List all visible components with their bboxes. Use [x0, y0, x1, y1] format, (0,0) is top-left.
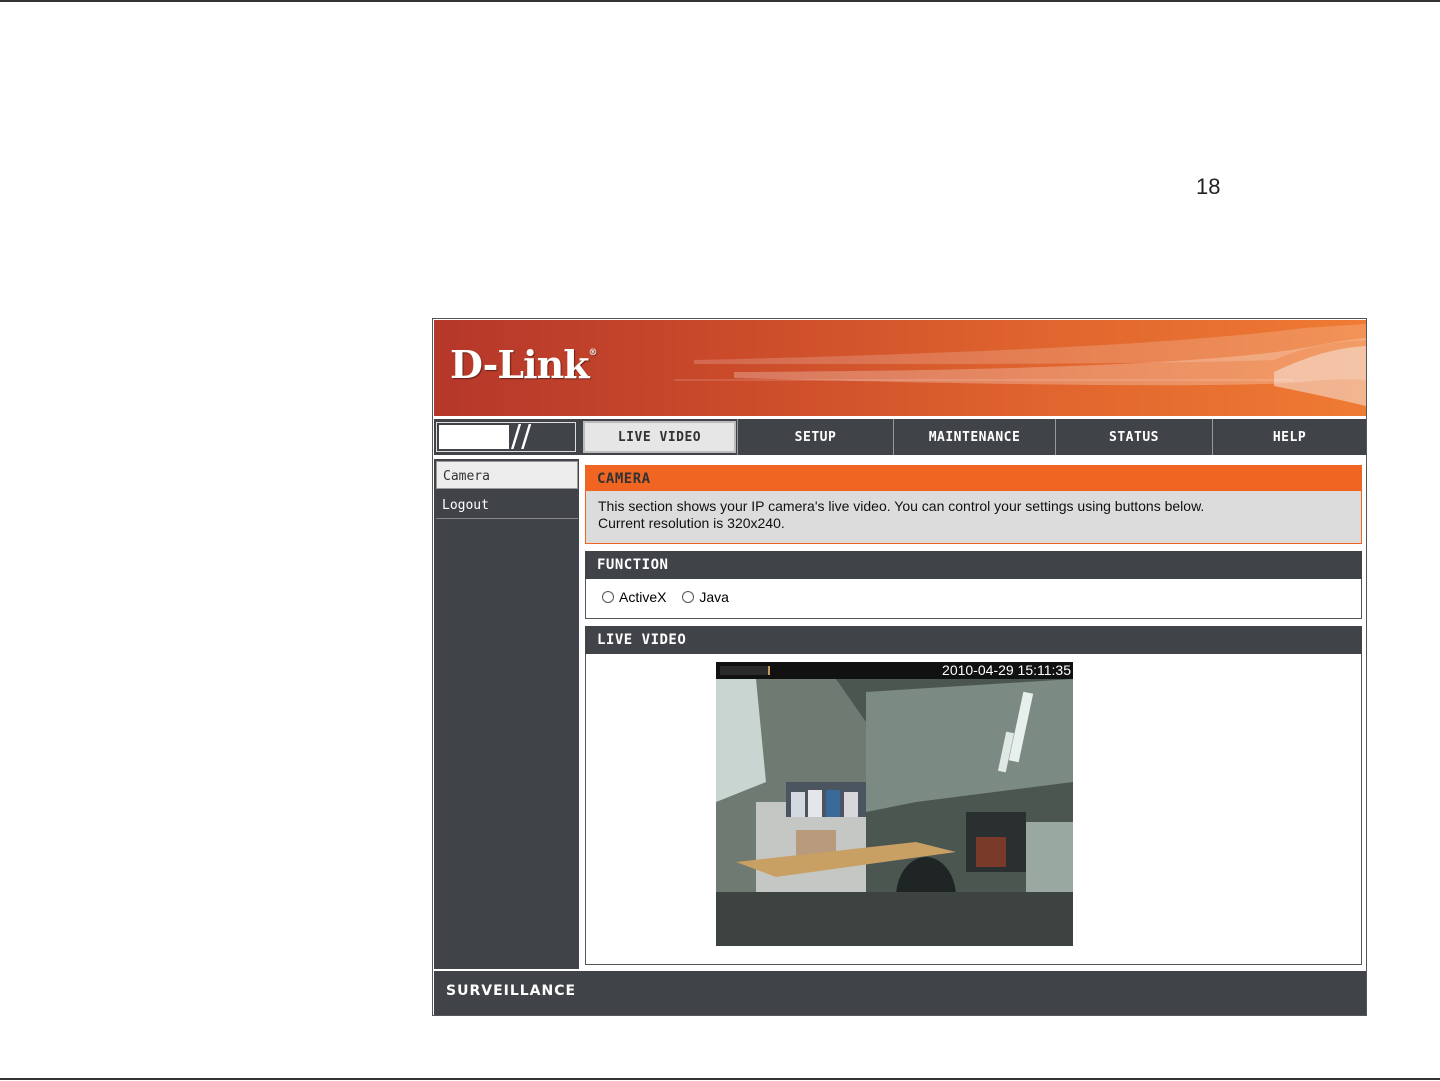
radio-activex[interactable]: ActiveX	[602, 589, 666, 605]
video-status-bar: 2010-04-29 15:11:35	[716, 662, 1073, 679]
model-badge-field	[439, 425, 509, 449]
tab-maintenance[interactable]: MAINTENANCE	[893, 419, 1055, 455]
tab-setup[interactable]: SETUP	[737, 419, 893, 455]
live-video-stream[interactable]: 2010-04-29 15:11:35	[716, 662, 1073, 946]
live-video-panel: 2010-04-29 15:11:35	[585, 654, 1362, 965]
dlink-logo: D-Link®	[450, 342, 598, 387]
camera-section-description: This section shows your IP camera's live…	[585, 491, 1362, 544]
radio-activex-circle[interactable]	[602, 591, 614, 603]
camera-web-ui-screenshot: D-Link® // LIVE VIDEO SETUP MAINTENANCE …	[432, 318, 1367, 1016]
tab-live-video[interactable]: LIVE VIDEO	[583, 421, 736, 453]
tab-status[interactable]: STATUS	[1055, 419, 1212, 455]
logo-text: D-Link	[450, 342, 590, 387]
camera-feed-image	[716, 662, 1073, 946]
slash-mark-icon: //	[511, 422, 532, 452]
bottom-rule	[0, 1078, 1440, 1080]
sidebar-item-camera[interactable]: Camera	[436, 461, 578, 489]
radio-java-circle[interactable]	[682, 591, 695, 603]
camera-description-line-1: This section shows your IP camera's live…	[598, 498, 1205, 514]
footer-bar: SURVEILLANCE	[434, 971, 1366, 1015]
sidebar: Camera Logout	[434, 459, 579, 969]
function-section-title: FUNCTION	[585, 551, 1362, 579]
sidebar-item-logout[interactable]: Logout	[436, 491, 578, 519]
top-rule	[0, 0, 1440, 2]
surveillance-label: SURVEILLANCE	[446, 983, 577, 999]
logo-registered-mark: ®	[588, 348, 598, 358]
top-navigation: // LIVE VIDEO SETUP MAINTENANCE STATUS H…	[434, 419, 1366, 455]
header-banner: D-Link®	[434, 320, 1366, 416]
model-badge: //	[436, 422, 576, 452]
radio-activex-label: ActiveX	[619, 589, 667, 605]
function-options: ActiveX Java	[585, 579, 1362, 619]
page-number: 18	[1196, 174, 1221, 199]
camera-description-line-2: Current resolution is 320x240.	[598, 515, 785, 531]
tab-help[interactable]: HELP	[1212, 419, 1366, 455]
radio-java-label: Java	[699, 589, 729, 605]
signal-meter-icon	[720, 666, 770, 675]
video-timestamp: 2010-04-29 15:11:35	[942, 662, 1071, 678]
live-video-section-title: LIVE VIDEO	[585, 626, 1362, 654]
camera-section-title: CAMERA	[585, 465, 1362, 493]
radio-java[interactable]: Java	[682, 589, 729, 605]
